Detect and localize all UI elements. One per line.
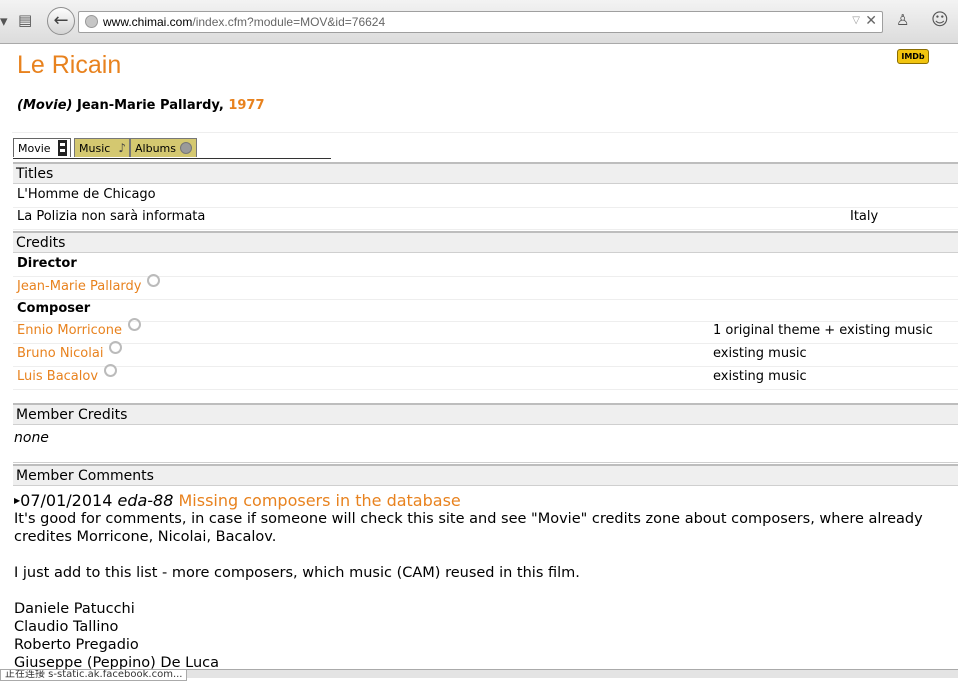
search-icon[interactable]	[109, 341, 123, 354]
tab-music-label: Music	[79, 142, 111, 155]
composer-note: existing music	[713, 369, 807, 384]
comment-body: It's good for comments, in case if someo…	[14, 510, 954, 669]
composer-label: Composer	[17, 301, 91, 316]
director-label: Director	[17, 256, 77, 271]
comment-line: Daniele Patucchi	[14, 601, 135, 617]
tab-movie[interactable]: Movie	[13, 138, 71, 157]
member-credits-value: none	[14, 430, 49, 446]
back-arrow-icon: ←	[53, 10, 69, 31]
movie-type: (Movie)	[17, 98, 73, 113]
composer-link[interactable]: Luis Bacalov	[17, 369, 98, 384]
composer-link[interactable]: Bruno Nicolai	[17, 346, 103, 361]
movie-subtitle: (Movie) Jean-Marie Pallardy, 1977	[17, 98, 265, 113]
url-host: www.chimai.com	[103, 15, 193, 29]
user-icon[interactable]: ♙	[896, 13, 909, 28]
composer-link[interactable]: Ennio Morricone	[17, 323, 122, 338]
search-icon[interactable]	[127, 318, 141, 331]
table-row: L'Homme de Chicago	[13, 184, 958, 208]
table-row: Ennio Morricone 1 original theme + exist…	[13, 318, 958, 344]
comment-line: Claudio Tallino	[14, 619, 119, 635]
movie-director: Jean-Marie Pallardy,	[77, 98, 224, 113]
chat-icon[interactable]: ☺	[931, 12, 949, 29]
url-dropdown-icon[interactable]: ▽	[852, 15, 860, 26]
search-icon[interactable]	[147, 274, 161, 287]
comment-line: I just add to this list - more composers…	[14, 565, 580, 581]
url-text[interactable]: www.chimai.com/index.cfm?module=MOV&id=7…	[103, 15, 385, 29]
stop-icon[interactable]: ✕	[865, 13, 877, 29]
table-row: La Polizia non sarà informata Italy	[13, 206, 958, 230]
music-note-icon: ♪	[118, 141, 126, 155]
address-bar[interactable]: www.chimai.com/index.cfm?module=MOV&id=7…	[78, 11, 883, 33]
status-text: 正在连接 s-static.ak.facebook.com...	[0, 669, 188, 681]
reader-icon[interactable]: ▤	[18, 13, 32, 28]
movie-year[interactable]: 1977	[228, 98, 264, 113]
film-icon	[58, 140, 67, 156]
composer-note: 1 original theme + existing music	[713, 323, 933, 338]
comment-gap	[14, 582, 954, 600]
director-link[interactable]: Jean-Marie Pallardy	[17, 279, 141, 294]
comment-date: 07/01/2014	[20, 491, 113, 510]
title-name: La Polizia non sarà informata	[17, 209, 206, 224]
table-row: Luis Bacalov existing music	[13, 364, 958, 390]
divider	[13, 462, 958, 463]
comment-gap	[14, 546, 954, 564]
tab-albums-label: Albums	[135, 142, 176, 155]
page-content: Le Ricain IMDb (Movie) Jean-Marie Pallar…	[0, 44, 958, 669]
credits-header: Credits	[13, 231, 958, 253]
comment-header: ▶07/01/2014 eda-88 Missing composers in …	[14, 491, 461, 510]
page-title: Le Ricain	[17, 51, 122, 79]
comment-line: It's good for comments, in case if someo…	[14, 511, 923, 545]
tab-music[interactable]: Music ♪	[74, 138, 130, 157]
divider	[12, 132, 958, 133]
imdb-icon[interactable]: IMDb	[897, 49, 929, 64]
title-name: L'Homme de Chicago	[17, 187, 156, 202]
member-credits-header: Member Credits	[13, 403, 958, 425]
back-button[interactable]: ←	[47, 7, 75, 35]
expand-arrow-icon[interactable]: ▶	[14, 496, 20, 505]
comment-line: Roberto Pregadio	[14, 637, 139, 653]
globe-icon	[85, 15, 98, 28]
browser-toolbar: ▾ ▤ ← www.chimai.com/index.cfm?module=MO…	[0, 0, 958, 44]
tab-movie-label: Movie	[18, 142, 51, 155]
disc-icon	[180, 142, 192, 154]
tab-bar: Movie Music ♪ Albums	[13, 138, 331, 159]
menu-arrow-icon[interactable]: ▾	[0, 14, 8, 29]
comment-user[interactable]: eda-88	[117, 491, 173, 510]
composer-note: existing music	[713, 346, 807, 361]
titles-header: Titles	[13, 162, 958, 184]
member-comments-header: Member Comments	[13, 464, 958, 486]
table-row: Bruno Nicolai existing music	[13, 341, 958, 367]
comment-title[interactable]: Missing composers in the database	[179, 491, 461, 510]
table-row: Jean-Marie Pallardy	[13, 274, 958, 300]
comment-line: Giuseppe (Peppino) De Luca	[14, 655, 220, 669]
title-country: Italy	[850, 209, 879, 224]
table-row: Composer	[13, 298, 958, 322]
search-icon[interactable]	[104, 364, 118, 377]
url-path: /index.cfm?module=MOV&id=76624	[192, 15, 386, 29]
tab-albums[interactable]: Albums	[130, 138, 197, 157]
